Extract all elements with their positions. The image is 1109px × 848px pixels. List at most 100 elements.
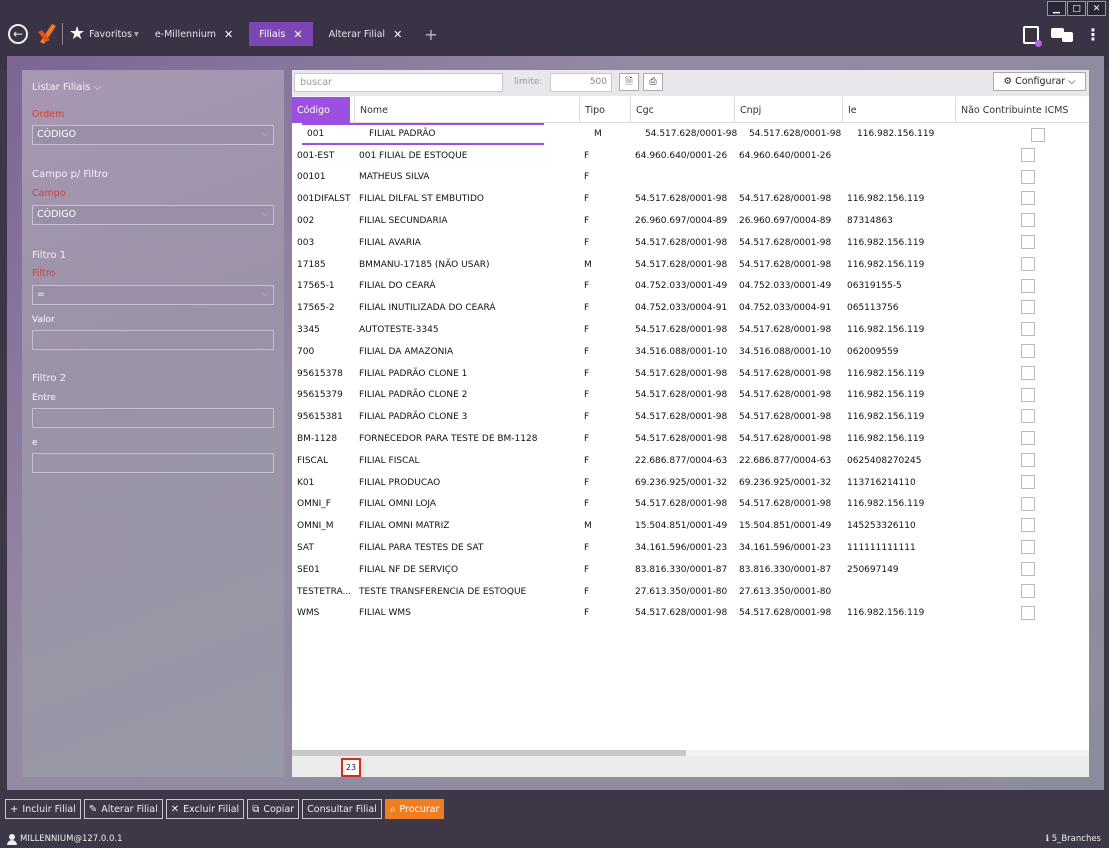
nao-contribuinte-checkbox[interactable]: [1021, 540, 1035, 555]
table-row[interactable]: 002 FILIAL SECUNDARIA F 26.960.697/0004-89 2…: [292, 210, 1089, 232]
column-header-ie[interactable]: Ie: [842, 97, 952, 123]
cell-ie: 116.982.156.119: [847, 194, 925, 205]
nao-contribuinte-checkbox[interactable]: [1021, 583, 1035, 598]
table-row[interactable]: 001-EST 001 FILIAL DE ESTOQUE F 64.960.640/…: [292, 145, 1089, 167]
table-row[interactable]: 17565-1 FILIAL DO CEARÁ F 04.752.033/0001-4…: [292, 276, 1089, 298]
table-row[interactable]: 00101 MATHEUS SILVA F: [292, 167, 1089, 189]
column-header-tipo[interactable]: Tipo: [579, 97, 625, 123]
table-row[interactable]: SAT FILIAL PARA TESTES DE SAT F 34.161.596/…: [292, 537, 1089, 559]
table-row[interactable]: OMNI_M FILIAL OMNI MATRIZ M 15.504.851/0001…: [292, 515, 1089, 537]
alterar-filial-button[interactable]: ✎ Alterar Filial: [83, 799, 163, 819]
nao-contribuinte-checkbox[interactable]: [1021, 343, 1035, 358]
tab-alterar-filial[interactable]: Alterar Filial ✕: [319, 22, 413, 46]
nao-contribuinte-checkbox[interactable]: [1021, 518, 1035, 533]
cell-cnpj: 34.161.596/0001-23: [739, 543, 832, 554]
table-row[interactable]: K01 FILIAL PRODUCAO F 69.236.925/0001-32 69.…: [292, 472, 1089, 494]
table-row[interactable]: 700 FILIAL DA AMAZONIA F 34.516.088/0001-10…: [292, 341, 1089, 363]
table-row[interactable]: 17565-2 FILIAL INUTILIZADA DO CEARÁ F 04.75…: [292, 297, 1089, 319]
table-row[interactable]: FISCAL FILIAL FISCAL F 22.686.877/0004-63 22…: [292, 450, 1089, 472]
nao-contribuinte-checkbox[interactable]: [1021, 256, 1035, 271]
cell-cnpj: 69.236.925/0001-32: [739, 477, 832, 488]
cell-cnpj: 54.517.628/0001-98: [739, 390, 832, 401]
nao-contribuinte-checkbox[interactable]: [1021, 387, 1035, 402]
star-icon[interactable]: ★: [69, 25, 85, 43]
table-row[interactable]: 003 FILIAL AVARIA F 54.517.628/0001-98 54.51…: [292, 232, 1089, 254]
nao-contribuinte-checkbox[interactable]: [1021, 365, 1035, 380]
entre-input[interactable]: [32, 408, 274, 428]
procurar-button[interactable]: ⌕ Procurar: [384, 799, 445, 819]
valor-input[interactable]: [32, 330, 274, 350]
export-icon[interactable]: 🗎: [619, 73, 639, 91]
table-row[interactable]: OMNI_F FILIAL OMNI LOJA F 54.517.628/0001-9…: [292, 494, 1089, 516]
nao-contribuinte-checkbox[interactable]: [1021, 474, 1035, 489]
nao-contribuinte-checkbox[interactable]: [1021, 452, 1035, 467]
add-tab-icon[interactable]: +: [424, 25, 437, 44]
table-row[interactable]: WMS FILIAL WMS F 54.517.628/0001-98 54.517.6…: [292, 603, 1089, 625]
close-tab-icon[interactable]: ✕: [224, 28, 233, 41]
excluir-filial-button[interactable]: ✕ Excluir Filial: [165, 799, 245, 819]
table-row[interactable]: 95615381 FILIAL PADRÃO CLONE 3 F 54.517.628…: [292, 406, 1089, 428]
campo-select[interactable]: CÓDIGO ⌵: [32, 205, 274, 225]
incluir-filial-button[interactable]: + Incluir Filial: [5, 799, 81, 819]
favorites-menu[interactable]: Favoritos ▾: [89, 29, 139, 40]
copiar-button[interactable]: ⧉ Copiar: [247, 799, 300, 819]
table-row[interactable]: 17185 BMMANU-17185 (NÃO USAR) M 54.517.628/…: [292, 254, 1089, 276]
column-header-nome[interactable]: Nome: [354, 97, 574, 123]
nao-contribuinte-checkbox[interactable]: [1021, 169, 1035, 184]
close-tab-icon[interactable]: ✕: [293, 28, 302, 41]
nao-contribuinte-checkbox[interactable]: [1021, 300, 1035, 315]
maximize-button[interactable]: □: [1067, 1, 1086, 16]
back-icon[interactable]: ←: [8, 24, 28, 44]
nao-contribuinte-checkbox[interactable]: [1021, 409, 1035, 424]
table-row[interactable]: SE01 FILIAL NF DE SERVIÇO F 83.816.330/0001…: [292, 559, 1089, 581]
cell-cgc: 04.752.033/0001-49: [635, 281, 728, 292]
close-window-button[interactable]: ✕: [1087, 1, 1106, 16]
column-header-nao-contribuinte-icms[interactable]: Não Contribuinte ICMS: [955, 97, 1089, 123]
tab-e-millennium[interactable]: e-Millennium ✕: [145, 22, 243, 46]
chat-icon[interactable]: [1051, 28, 1073, 42]
nao-contribuinte-checkbox[interactable]: [1021, 147, 1035, 162]
close-tab-icon[interactable]: ✕: [393, 28, 402, 41]
table-row[interactable]: 001 FILIAL PADRÃO M 54.517.628/0001-98 54.51…: [302, 123, 1045, 145]
column-header-cnpj[interactable]: Cnpj: [734, 97, 838, 123]
minimize-button[interactable]: ▁: [1047, 1, 1066, 16]
table-row[interactable]: TESTETRA... TESTE TRANSFERENCIA DE ESTOQU…: [292, 581, 1089, 603]
more-options-icon[interactable]: ⋮: [1085, 27, 1101, 43]
table-row[interactable]: BM-1128 FORNECEDOR PARA TESTE DE BM-1128 F…: [292, 428, 1089, 450]
column-header-cgc[interactable]: Cgc: [630, 97, 730, 123]
listar-filiais-dropdown[interactable]: Listar Filiais ⌵: [32, 82, 101, 93]
nao-contribuinte-checkbox[interactable]: [1021, 278, 1035, 293]
tab-filiais[interactable]: Filiais ✕: [249, 22, 313, 46]
filtro-select[interactable]: = ⌵: [32, 285, 274, 305]
consultar-filial-button[interactable]: Consultar Filial: [302, 799, 382, 819]
configurar-button[interactable]: ⚙ Configurar ⌵: [993, 72, 1086, 91]
nao-contribuinte-checkbox[interactable]: [1021, 431, 1035, 446]
table-row[interactable]: 3345 AUTOTESTE-3345 F 54.517.628/0001-98 54.…: [292, 319, 1089, 341]
nao-contribuinte-checkbox[interactable]: [1021, 191, 1035, 206]
nao-contribuinte-checkbox[interactable]: [1021, 213, 1035, 228]
table-row[interactable]: 001DIFALST FILIAL DILFAL ST EMBUTIDO F 54.5…: [292, 188, 1089, 210]
limit-input[interactable]: 500: [550, 73, 612, 92]
cell-ie: 062009559: [847, 346, 899, 357]
column-header-codigo[interactable]: Código: [292, 97, 350, 123]
table-row[interactable]: 95615378 FILIAL PADRÃO CLONE 1 F 54.517.628…: [292, 363, 1089, 385]
cell-cnpj: 54.517.628/0001-98: [739, 259, 832, 270]
tab-label: Alterar Filial: [328, 28, 386, 40]
print-icon[interactable]: ⎙: [643, 73, 663, 91]
table-row[interactable]: 95615379 FILIAL PADRÃO CLONE 2 F 54.517.628…: [292, 385, 1089, 407]
limit-label: limite:: [514, 77, 543, 87]
clipboard-icon[interactable]: [1023, 26, 1042, 47]
nao-contribuinte-checkbox[interactable]: [1021, 605, 1035, 620]
nao-contribuinte-checkbox[interactable]: [1021, 234, 1035, 249]
cell-nome: AUTOTESTE-3345: [359, 325, 439, 336]
nao-contribuinte-checkbox[interactable]: [1021, 561, 1035, 576]
cell-codigo: 17185: [297, 259, 326, 270]
e-input[interactable]: [32, 453, 274, 473]
cell-ie: [847, 581, 952, 603]
ordem-select[interactable]: CÓDIGO ⌵: [32, 125, 274, 145]
excluir-filial-icon: ✕: [170, 803, 180, 815]
nao-contribuinte-checkbox[interactable]: [1021, 496, 1035, 511]
nao-contribuinte-checkbox[interactable]: [1021, 322, 1035, 337]
search-input[interactable]: buscar: [294, 73, 503, 92]
nao-contribuinte-checkbox[interactable]: [1031, 128, 1045, 142]
